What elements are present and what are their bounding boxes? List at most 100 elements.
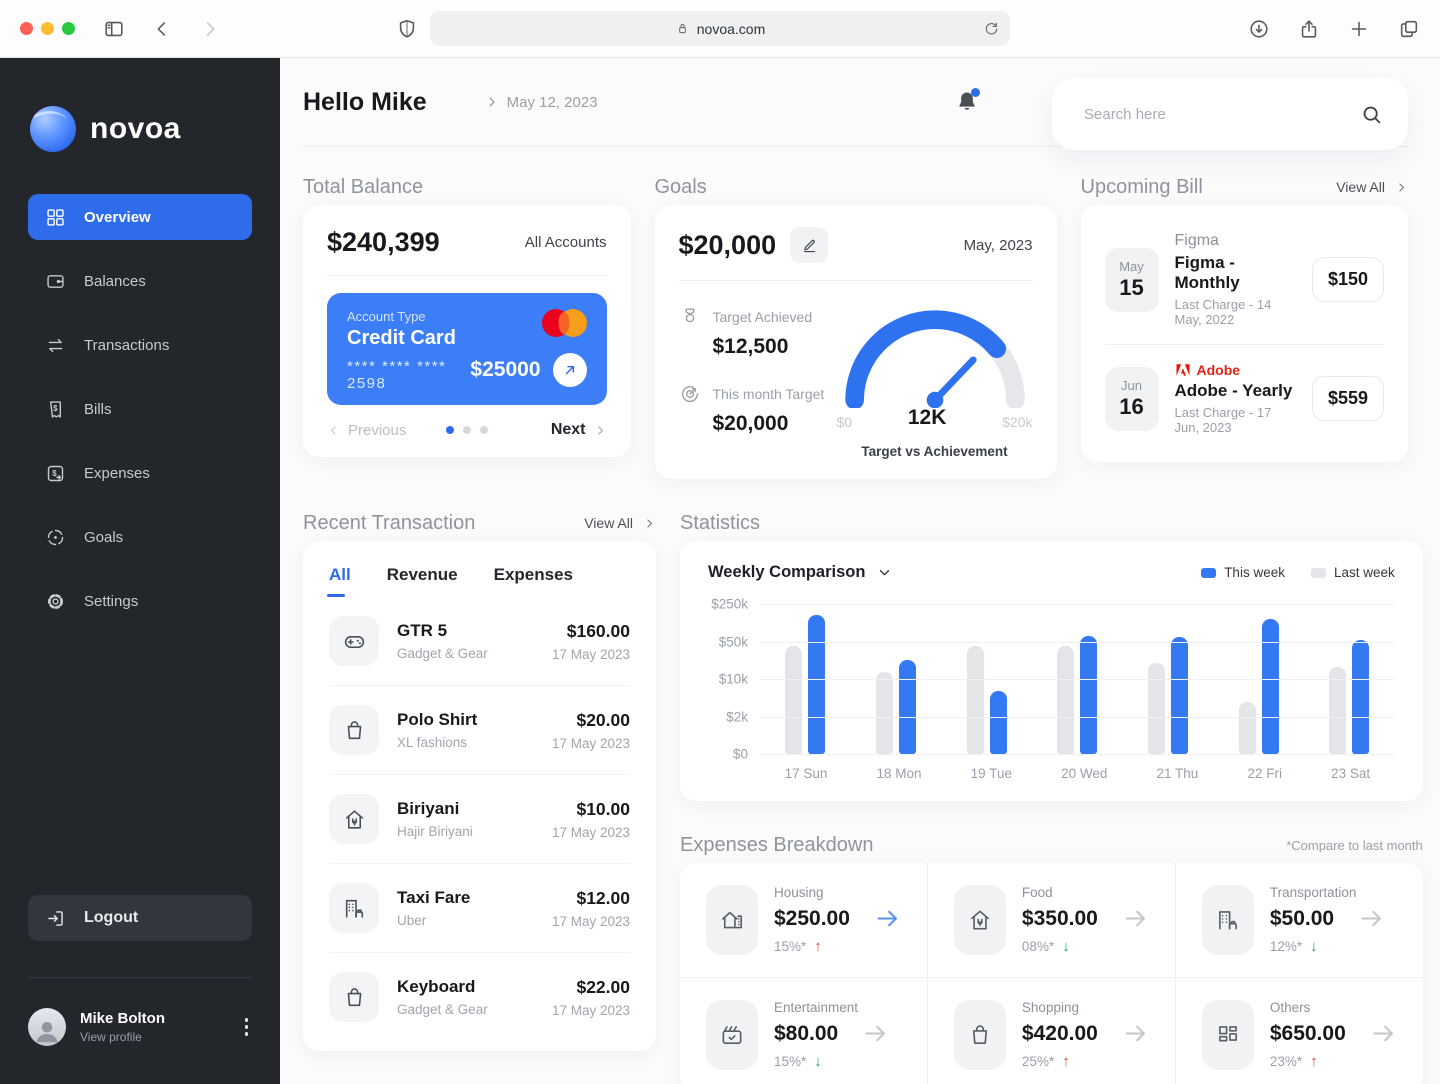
sidebar-item-overview[interactable]: Overview [28,194,252,240]
browser-chrome: novoa.com [0,0,1440,58]
app-window: novoa.com novoa Overview Balances Transa… [0,0,1440,1084]
goal-gauge: $0 12K $20k Target vs Achievement [837,298,1033,459]
sidebar-item-bills[interactable]: $ Bills [28,386,252,432]
fullscreen-window-button[interactable] [62,22,75,35]
gridline [760,679,1395,680]
bar-last-week [1238,701,1256,754]
bill-last-charge: Last Charge - 14 May, 2022 [1174,297,1272,327]
profile-menu-icon[interactable] [241,1014,253,1040]
notification-dot [971,88,980,97]
recent-transaction-section: Recent Transaction View All All Revenue … [303,505,656,1084]
bill-last-charge: Last Charge - 17 Jun, 2023 [1174,405,1272,435]
gridline [760,754,1395,755]
search-bar[interactable] [1052,78,1408,150]
search-icon[interactable] [1361,104,1382,125]
grid-icon [45,207,66,228]
gridline [760,641,1395,643]
bag-icon [329,972,379,1022]
expense-percent: 25%* [1021,1054,1055,1069]
close-window-button[interactable] [20,22,33,35]
arrow-right-icon[interactable] [1122,905,1149,932]
chart-plot-area [760,604,1395,755]
expense-cell-others: Others $650.00 23%* ↑ [1176,978,1423,1084]
sidebar-item-goals[interactable]: Goals [28,514,252,560]
expenses-breakdown-section: Expenses Breakdown *Compare to last mont… [680,827,1423,1084]
sidebar-item-balances[interactable]: Balances [28,258,252,304]
transaction-row[interactable]: Taxi Fare Uber $12.00 17 May 2023 [329,864,630,953]
section-title-recent-transaction: Recent Transaction [303,511,476,534]
logout-icon [45,908,66,929]
forward-icon[interactable] [199,18,221,40]
transaction-name: Taxi Fare [397,888,471,907]
notifications-bell-icon[interactable] [954,88,980,115]
house-icon [706,885,758,955]
chevron-right-icon [643,517,656,530]
transaction-amount: $20.00 [576,709,630,730]
edit-goal-button[interactable] [790,227,829,263]
arrow-right-icon[interactable] [1358,905,1385,932]
bar-this-week [1261,619,1279,754]
arrow-right-icon[interactable] [1122,1020,1149,1047]
transaction-row[interactable]: Polo Shirt XL fashions $20.00 17 May 202… [329,686,630,775]
sidebar-toggle-icon[interactable] [103,18,125,40]
next-card-button[interactable]: Next [551,421,607,439]
weekly-bar-chart: $250k $50k $10k $2k $0 [708,597,1395,762]
bill-amount-button[interactable]: $559 [1311,376,1384,421]
transaction-amount: $10.00 [576,798,630,819]
previous-card-button[interactable]: Previous [327,422,406,439]
bar-this-week [989,691,1007,754]
credit-card[interactable]: Account Type Credit Card **** **** **** … [327,293,607,405]
sidebar-item-transactions[interactable]: Transactions [28,322,252,368]
search-input[interactable] [1084,105,1361,123]
food-icon [329,794,379,844]
address-bar[interactable]: novoa.com [430,11,1010,46]
pagination-dots[interactable] [445,426,488,434]
x-tick: 21 Thu [1156,766,1199,781]
tab-all[interactable]: All [327,565,351,597]
transaction-date: 17 May 2023 [551,913,630,929]
page-header: Hello Mike May 12, 2023 [303,58,1408,150]
all-accounts-label: All Accounts [524,234,607,251]
transactions-view-all-link[interactable]: View All [584,515,656,531]
compare-note: *Compare to last month [1286,837,1423,853]
new-tab-icon[interactable] [1348,18,1370,40]
y-tick: $0 [732,746,748,762]
reload-icon[interactable] [983,20,1000,37]
profile-name: Mike Bolton [80,1010,165,1027]
clapper-icon [706,1000,758,1070]
transaction-date: 17 May 2023 [551,1002,630,1018]
sidebar-item-expenses[interactable]: $ Expenses [28,450,252,496]
transaction-row[interactable]: Biriyani Hajir Biriyani $10.00 17 May 20… [329,775,630,864]
gauge-min: $0 [836,414,853,430]
chevron-right-icon [1395,181,1408,194]
transaction-row[interactable]: GTR 5 Gadget & Gear $160.00 17 May 2023 [329,597,630,686]
x-tick: 17 Sun [784,766,828,781]
arrow-right-icon[interactable] [1370,1020,1397,1047]
expense-percent: 12%* [1269,939,1303,954]
bills-view-all-link[interactable]: View All [1336,179,1408,195]
x-tick: 23 Sat [1331,766,1371,781]
tab-overview-icon[interactable] [1398,18,1420,40]
bill-amount-button[interactable]: $150 [1311,257,1384,302]
card-open-button[interactable] [552,353,587,387]
privacy-shield-icon[interactable] [396,18,418,40]
profile-view-link[interactable]: View profile [80,1030,165,1044]
downloads-icon[interactable] [1248,18,1270,40]
card-type: Credit Card [347,327,456,349]
expense-amount: $350.00 [1021,906,1098,930]
tab-expenses[interactable]: Expenses [494,565,573,597]
section-title-expenses-breakdown: Expenses Breakdown [680,833,874,856]
arrow-right-icon[interactable] [874,905,901,932]
share-icon[interactable] [1298,18,1320,40]
transaction-row[interactable]: Keyboard Gadget & Gear $22.00 17 May 202… [329,953,630,1041]
back-icon[interactable] [151,18,173,40]
weekly-comparison-dropdown[interactable]: Weekly Comparison [708,563,892,582]
arrow-right-icon[interactable] [862,1020,889,1047]
sidebar-item-settings[interactable]: Settings [28,578,252,624]
logout-button[interactable]: Logout [28,895,252,941]
tab-revenue[interactable]: Revenue [387,565,458,597]
expense-label: Housing [774,885,824,900]
minimize-window-button[interactable] [41,22,54,35]
profile-card[interactable]: Mike Bolton View profile [28,1008,252,1046]
bill-row: May 15 Figma Figma - Monthly Last Charge … [1104,215,1384,344]
